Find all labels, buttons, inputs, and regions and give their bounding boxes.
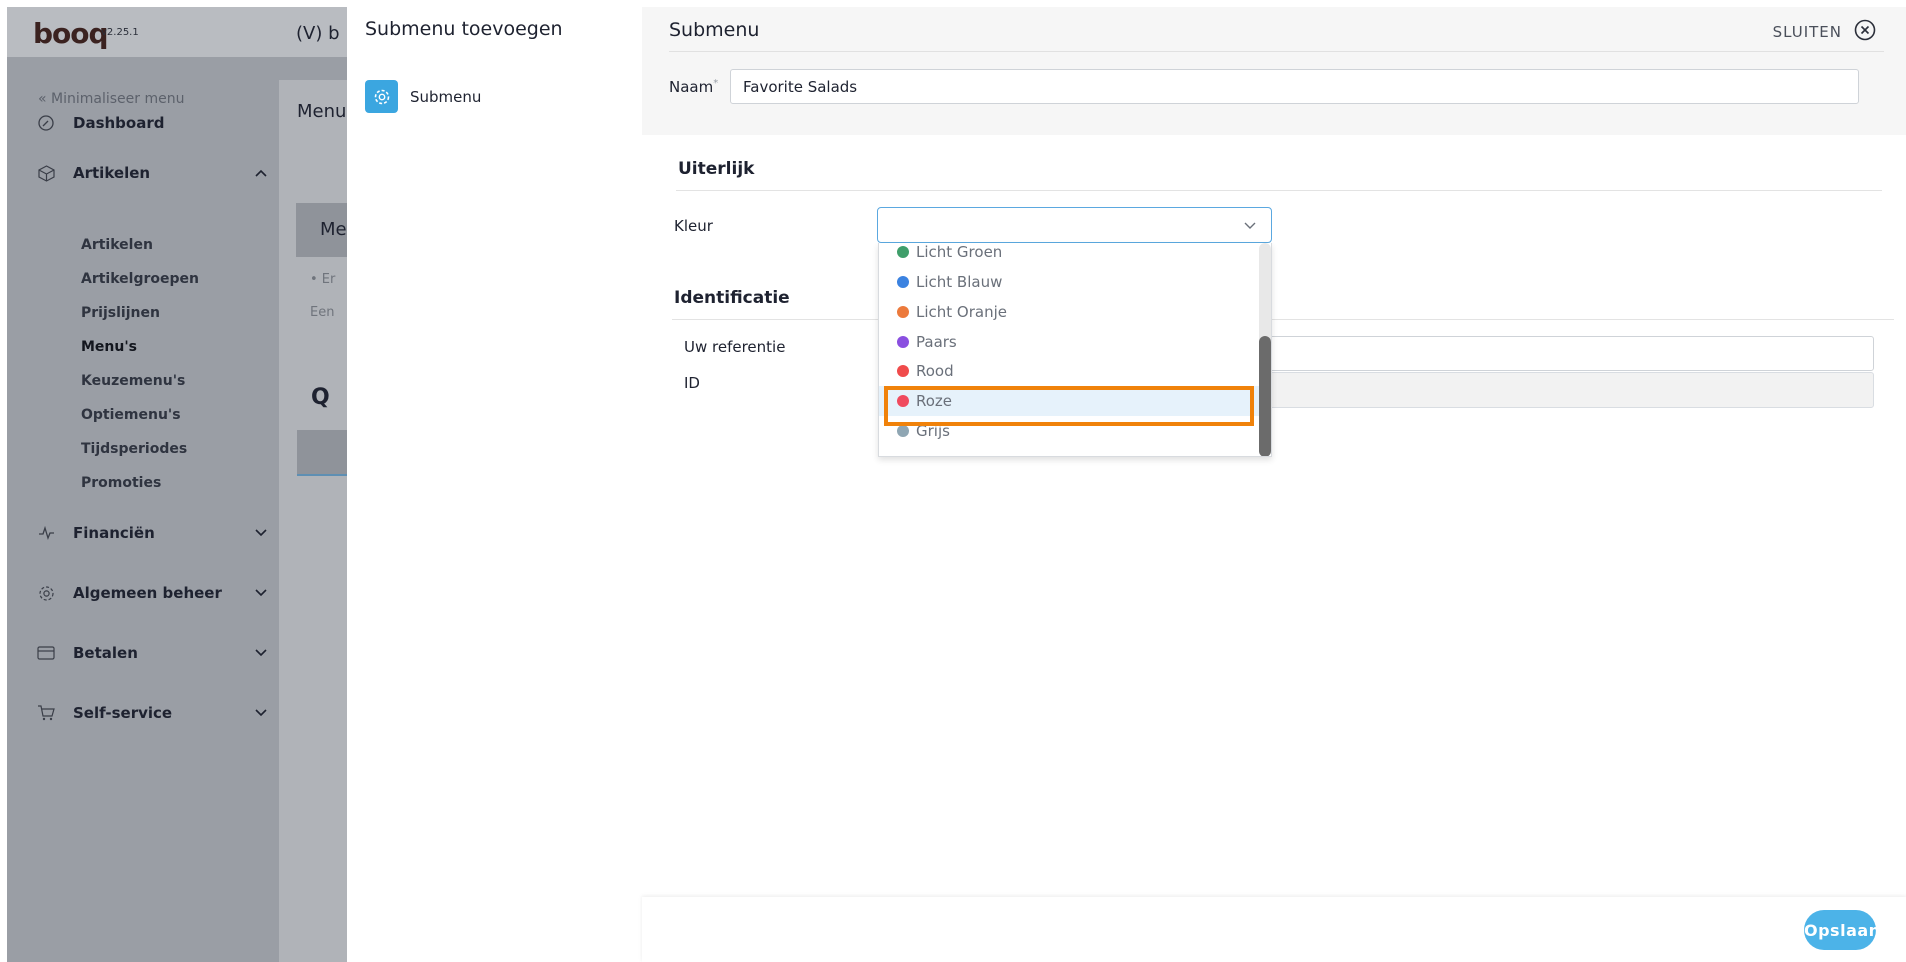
modal-left-item-submenu[interactable]: Submenu <box>365 80 481 113</box>
chevron-down-icon <box>255 586 267 600</box>
cart-icon <box>37 704 55 722</box>
dropdown-scrollbar-thumb[interactable] <box>1259 336 1271 456</box>
background-page-heading: Menu <box>297 101 347 122</box>
modal-header-area: Submenu SLUITEN Naam* <box>642 7 1906 135</box>
sidebar-item-label: Self-service <box>73 704 173 722</box>
color-option-label: Licht Oranje <box>916 303 1007 321</box>
color-label: Kleur <box>674 217 713 235</box>
sidebar-subitem-price-lines[interactable]: Prijslijnen <box>81 305 160 321</box>
box-icon <box>37 164 55 182</box>
name-input[interactable] <box>730 69 1859 104</box>
gear-icon <box>37 584 55 602</box>
close-label: SLUITEN <box>1772 23 1842 41</box>
modal-left-panel: Submenu toevoegen Submenu <box>347 0 642 962</box>
sidebar: « Minimaliseer menu Dashboard Artikelen … <box>7 57 279 962</box>
sidebar-subitem-option-menus[interactable]: Optiemenu's <box>81 407 181 423</box>
color-option-label: Licht Blauw <box>916 273 1003 291</box>
sidebar-item-label: Financiën <box>73 524 155 542</box>
modal-main-panel: Submenu SLUITEN Naam* Uiterlijk Kleur Id… <box>642 0 1906 962</box>
sidebar-subitem-article-groups[interactable]: Artikelgroepen <box>81 271 199 287</box>
sidebar-subitem-menus[interactable]: Menu's <box>81 339 137 355</box>
color-option-light-green[interactable]: Licht Groen <box>879 243 1259 267</box>
color-option-label: Grijs <box>916 422 950 440</box>
search-icon: Q <box>311 385 330 410</box>
appearance-section-title: Uiterlijk <box>678 159 755 179</box>
color-select[interactable] <box>877 207 1272 243</box>
dashboard-icon <box>37 114 55 132</box>
reference-label: Uw referentie <box>684 338 786 356</box>
identification-divider <box>672 319 1894 320</box>
color-swatch <box>897 246 909 258</box>
modal-left-item-label: Submenu <box>410 87 482 106</box>
chevron-down-icon <box>255 646 267 660</box>
color-option-label: Paars <box>916 333 957 351</box>
sidebar-item-self-service[interactable]: Self-service <box>37 701 267 725</box>
header-divider <box>669 51 1884 52</box>
chevron-up-icon <box>255 166 267 180</box>
modal-left-title: Submenu toevoegen <box>365 18 563 40</box>
chevron-down-icon <box>255 706 267 720</box>
color-option-label: Licht Groen <box>916 243 1003 261</box>
sidebar-item-label: Algemeen beheer <box>73 584 222 602</box>
app-version: v2.25.1 <box>101 27 139 38</box>
sidebar-item-dashboard[interactable]: Dashboard <box>37 111 267 135</box>
color-option-red[interactable]: Rood <box>879 356 1259 386</box>
color-option-purple[interactable]: Paars <box>879 327 1259 357</box>
reference-input[interactable] <box>1170 336 1874 371</box>
close-button[interactable]: SLUITEN <box>1773 19 1876 45</box>
sidebar-subitem-articles[interactable]: Artikelen <box>81 237 153 253</box>
background-sub-text: Een <box>310 305 335 320</box>
color-option-pink[interactable]: Roze <box>879 386 1259 416</box>
sidebar-item-articles[interactable]: Artikelen <box>37 161 267 185</box>
id-input <box>1170 372 1874 408</box>
sidebar-subitem-choice-menus[interactable]: Keuzemenu's <box>81 373 185 389</box>
color-swatch <box>897 336 909 348</box>
gear-icon <box>365 80 398 113</box>
appearance-divider <box>676 190 1882 191</box>
color-option-light-orange[interactable]: Licht Oranje <box>879 297 1259 327</box>
color-swatch <box>897 365 909 377</box>
sidebar-item-label: Dashboard <box>73 114 165 132</box>
name-label-text: Naam <box>669 78 714 96</box>
chevron-down-icon <box>1243 217 1257 236</box>
color-option-grey[interactable]: Grijs <box>879 416 1259 446</box>
chevron-down-icon <box>255 526 267 540</box>
card-icon <box>37 644 55 662</box>
venue-title: (V) b <box>296 23 340 44</box>
modal-title: Submenu <box>669 19 760 41</box>
sidebar-item-finance[interactable]: Financiën <box>37 521 267 545</box>
color-dropdown-list: Licht Groen Licht Blauw Licht Oranje Paa… <box>878 243 1272 457</box>
color-option-label: Rood <box>916 362 954 380</box>
color-option-label: Roze <box>916 392 953 410</box>
sidebar-subitem-time-periods[interactable]: Tijdsperiodes <box>81 441 187 457</box>
save-button[interactable]: Opslaan <box>1804 910 1880 950</box>
minimize-menu-link[interactable]: « Minimaliseer menu <box>38 91 184 107</box>
sidebar-item-general-management[interactable]: Algemeen beheer <box>37 581 267 605</box>
modal-footer: Opslaan <box>642 897 1906 962</box>
booq-logo: booq <box>33 17 109 50</box>
close-icon <box>1854 19 1876 45</box>
color-swatch <box>897 306 909 318</box>
background-bullet-text: • Er <box>310 272 336 287</box>
name-label: Naam* <box>669 78 718 96</box>
color-swatch <box>897 395 909 407</box>
sidebar-subitem-promotions[interactable]: Promoties <box>81 475 161 491</box>
identification-section-title: Identificatie <box>674 288 790 308</box>
sidebar-item-label: Artikelen <box>73 164 151 182</box>
pulse-icon <box>37 524 55 542</box>
sidebar-item-label: Betalen <box>73 644 138 662</box>
sidebar-item-payments[interactable]: Betalen <box>37 641 267 665</box>
color-swatch <box>897 276 909 288</box>
color-swatch <box>897 425 909 437</box>
required-mark: * <box>713 78 719 89</box>
id-label: ID <box>684 374 700 392</box>
color-option-light-blue[interactable]: Licht Blauw <box>879 267 1259 297</box>
